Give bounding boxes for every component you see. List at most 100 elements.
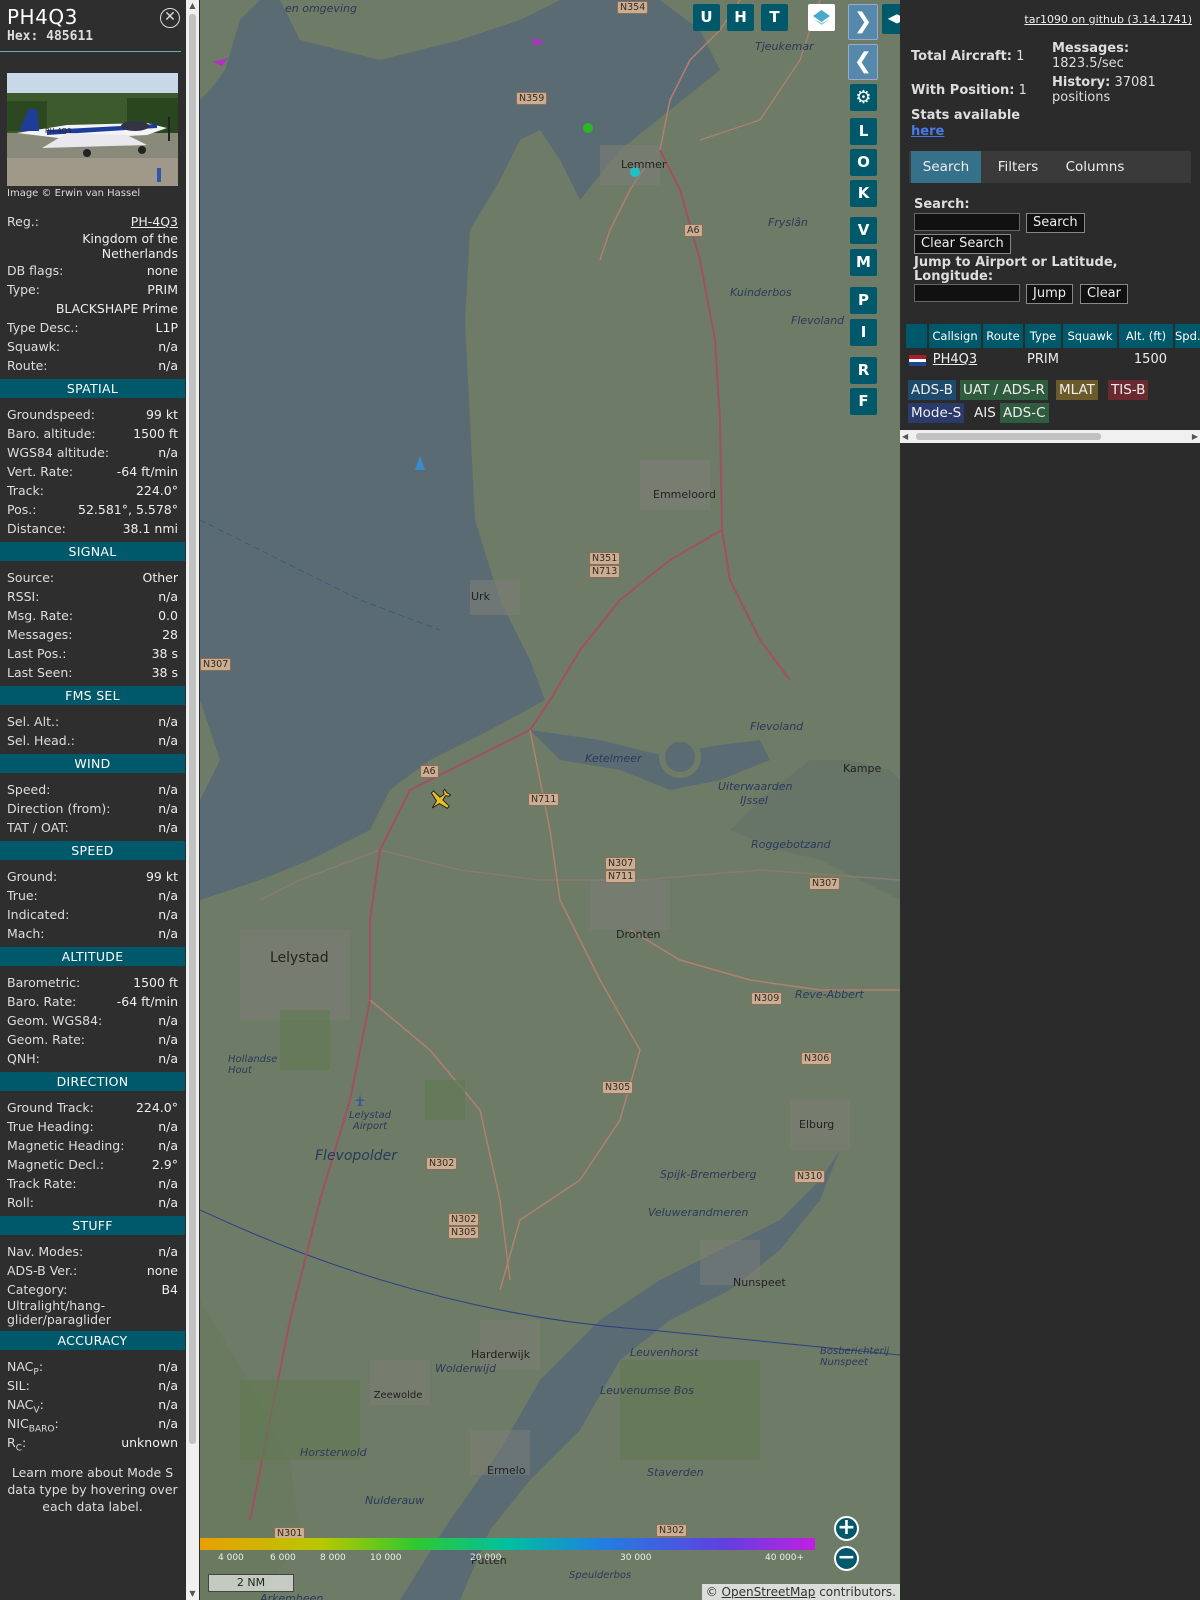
map-toggle-m-button[interactable]: M (850, 249, 877, 276)
road-shield: N713 (589, 565, 621, 578)
color-scale-tick: 8 000 (320, 1553, 346, 1563)
map[interactable]: en omgeving Tjeukemar Lemmer Fryslân Kuinder… (200, 0, 900, 1600)
wind-value: n/a (158, 820, 178, 835)
info-scrollbar[interactable]: ▲ ▼ (186, 0, 199, 1600)
source-badge[interactable]: MLAT (1056, 380, 1098, 400)
zoom-in-button[interactable]: + (834, 1516, 859, 1541)
stuff-value: B4 (161, 1282, 178, 1297)
speed-row: True: n/a (0, 886, 185, 905)
place-label: Nulderauw (365, 1494, 425, 1507)
speed-label: Ground: (7, 869, 58, 884)
road-shield: A6 (684, 224, 703, 237)
table-header-callsign[interactable]: Callsign (929, 324, 981, 348)
scroll-left-icon[interactable]: ◀ (902, 430, 908, 443)
table-row-route (983, 350, 1023, 370)
map-toggle-v-button[interactable]: V (850, 217, 877, 244)
direction-row: Roll: n/a (0, 1193, 185, 1212)
search-button[interactable]: Search (1026, 213, 1085, 233)
layers-button[interactable] (808, 4, 835, 31)
map-toggle-o-button[interactable]: O (850, 149, 877, 176)
table-header-altitude[interactable]: Alt. (ft) (1119, 324, 1173, 348)
expand-panel-button[interactable]: ❯ (848, 4, 878, 40)
zoom-out-button[interactable]: − (834, 1546, 859, 1571)
direction-label: Track Rate: (7, 1176, 77, 1191)
source-badge[interactable]: Mode-S (908, 403, 965, 423)
clear-jump-button[interactable]: Clear (1080, 284, 1128, 304)
hscroll-thumb[interactable] (916, 433, 1101, 440)
marker-green[interactable] (583, 123, 593, 133)
direction-row: Magnetic Decl.: 2.9° (0, 1155, 185, 1174)
search-input[interactable] (914, 213, 1020, 231)
scroll-up-icon[interactable]: ▲ (186, 0, 199, 12)
direction-label: Ground Track: (7, 1100, 94, 1115)
spatial-row: Groundspeed: 99 kt (0, 405, 185, 424)
gear-icon: ⚙ (855, 87, 872, 108)
sidebar-panel: tar1090 on github (3.14.1741) Total Airc… (900, 0, 1200, 1600)
table-header-squawk[interactable]: Squawk (1063, 324, 1117, 348)
collapse-panel-button[interactable]: ❮ (848, 44, 878, 80)
reg-row: Reg.: PH-4Q3 (7, 212, 178, 231)
spatial-label: Track: (7, 483, 44, 498)
table-row-altitude: 1500 (1133, 352, 1167, 367)
source-badge[interactable]: AIS (971, 403, 999, 423)
source-badge[interactable]: TIS-B (1108, 380, 1149, 400)
place-label: IJssel (740, 794, 768, 807)
table-horizontal-scrollbar[interactable]: ◀ ▶ (900, 430, 1200, 443)
table-row-callsign[interactable]: PH4Q3 (929, 350, 981, 370)
road-shield: N302 (656, 1524, 688, 1537)
fms-row: Sel. Head.: n/a (0, 731, 185, 750)
reg-link[interactable]: PH-4Q3 (131, 212, 178, 231)
map-toggle-p-button[interactable]: P (850, 287, 877, 314)
spatial-value: n/a (158, 445, 178, 460)
place-label: Wolderwijd (435, 1362, 497, 1375)
github-link[interactable]: tar1090 on github (3.14.1741) (1024, 13, 1192, 26)
table-header-speed[interactable]: Spd. (1175, 324, 1200, 348)
toggle-u-button[interactable]: U (693, 4, 720, 31)
place-label: Emmeloord (653, 488, 716, 501)
tab-search[interactable]: Search (911, 151, 981, 183)
place-label: Nunspeet (733, 1276, 786, 1289)
altitude-row: Baro. Rate: -64 ft/min (0, 992, 185, 1011)
toggle-h-button[interactable]: H (727, 4, 754, 31)
speed-row: Indicated: n/a (0, 905, 185, 924)
arrows-left-right-icon: ◀▶ (887, 11, 900, 25)
speed-label: True: (7, 888, 38, 903)
toggle-t-button[interactable]: T (761, 4, 788, 31)
tab-columns[interactable]: Columns (1055, 151, 1135, 183)
table-header-type[interactable]: Type (1025, 324, 1061, 348)
jump-input[interactable] (914, 284, 1020, 302)
stats-link[interactable]: here (911, 124, 944, 139)
clear-search-button[interactable]: Clear Search (914, 234, 1011, 254)
settings-button[interactable]: ⚙ (850, 84, 877, 111)
jump-button[interactable]: Jump (1026, 284, 1073, 304)
place-label: Fryslân (768, 216, 808, 229)
wind-label: TAT / OAT: (7, 820, 69, 835)
section-header-stuff: STUFF (0, 1216, 185, 1235)
map-toggle-f-button[interactable]: F (850, 388, 877, 415)
aircraft-photo[interactable]: PH-4Q3 (7, 73, 178, 186)
speed-label: Mach: (7, 926, 45, 941)
map-toggle-i-button[interactable]: I (850, 319, 877, 346)
map-toggle-r-button[interactable]: R (850, 357, 877, 384)
total-aircraft: Total Aircraft: 1 (911, 49, 1025, 64)
speed-value: n/a (158, 926, 178, 941)
map-toggle-l-button[interactable]: L (850, 118, 877, 145)
road-shield: N711 (528, 793, 560, 806)
osm-link[interactable]: OpenStreetMap (722, 1585, 816, 1599)
source-badge[interactable]: ADS-B (908, 380, 956, 400)
toggle-sidebar-button[interactable]: ◀▶ (882, 4, 900, 34)
source-badge[interactable]: ADS-C (1000, 403, 1049, 423)
close-icon[interactable]: ✕ (160, 8, 180, 28)
signal-label: Source: (7, 570, 55, 585)
speed-value: n/a (158, 907, 178, 922)
scroll-down-icon[interactable]: ▼ (186, 1588, 199, 1600)
wind-row: TAT / OAT: n/a (0, 818, 185, 837)
table-header-route[interactable]: Route (983, 324, 1023, 348)
scroll-right-icon[interactable]: ▶ (1192, 430, 1198, 443)
tab-filters[interactable]: Filters (983, 151, 1053, 183)
place-label: Tjeukemar (755, 40, 814, 53)
map-toggle-k-button[interactable]: K (850, 180, 877, 207)
direction-value: 224.0° (135, 1100, 178, 1115)
scroll-thumb[interactable] (189, 14, 196, 1444)
source-badge[interactable]: UAT / ADS-R (960, 380, 1048, 400)
